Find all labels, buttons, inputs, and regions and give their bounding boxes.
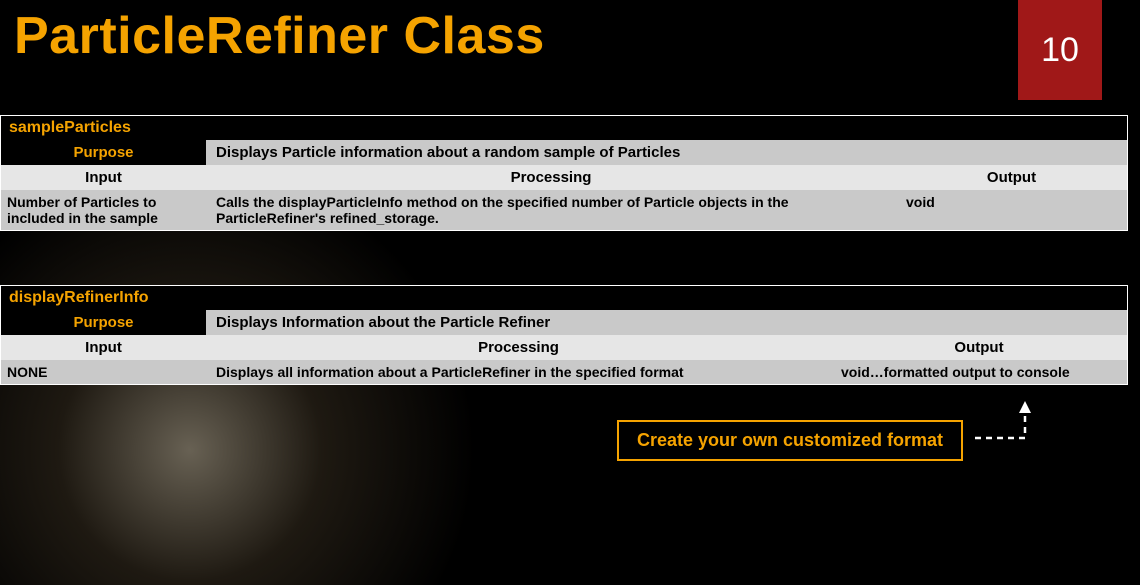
callout-box: Create your own customized format xyxy=(617,420,963,461)
processing-cell: Displays all information about a Particl… xyxy=(206,360,831,384)
method-block-displayrefinerinfo: displayRefinerInfo Purpose Displays Info… xyxy=(0,285,1128,385)
purpose-text: Displays Particle information about a ra… xyxy=(206,140,1127,165)
purpose-label: Purpose xyxy=(1,140,206,165)
header-output: Output xyxy=(831,335,1127,360)
header-row: Input Processing Output xyxy=(1,335,1127,360)
output-cell: void…formatted output to console xyxy=(831,360,1127,384)
output-cell: void xyxy=(896,190,1127,230)
header-input: Input xyxy=(1,335,206,360)
purpose-row: Purpose Displays Particle information ab… xyxy=(1,140,1127,165)
purpose-text: Displays Information about the Particle … xyxy=(206,310,1127,335)
method-name: displayRefinerInfo xyxy=(1,286,1127,310)
purpose-row: Purpose Displays Information about the P… xyxy=(1,310,1127,335)
page-number-badge: 10 xyxy=(1018,0,1102,100)
input-cell: NONE xyxy=(1,360,206,384)
header-processing: Processing xyxy=(206,335,831,360)
data-row: NONE Displays all information about a Pa… xyxy=(1,360,1127,384)
header-input: Input xyxy=(1,165,206,190)
callout-connector-arrow xyxy=(970,395,1050,440)
method-block-sampleparticles: sampleParticles Purpose Displays Particl… xyxy=(0,115,1128,231)
header-output: Output xyxy=(896,165,1127,190)
header-row: Input Processing Output xyxy=(1,165,1127,190)
data-row: Number of Particles to included in the s… xyxy=(1,190,1127,230)
header-processing: Processing xyxy=(206,165,896,190)
processing-cell: Calls the displayParticleInfo method on … xyxy=(206,190,896,230)
slide-title: ParticleRefiner Class xyxy=(14,6,545,66)
input-cell: Number of Particles to included in the s… xyxy=(1,190,206,230)
purpose-label: Purpose xyxy=(1,310,206,335)
method-name: sampleParticles xyxy=(1,116,1127,140)
